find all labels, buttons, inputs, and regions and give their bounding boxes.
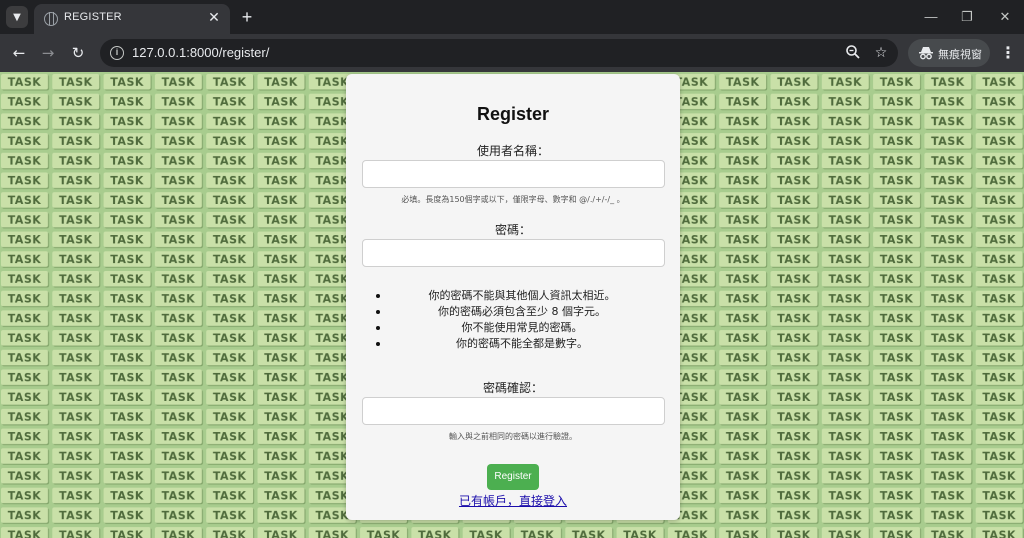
password-rule-item: 你的密碼不能全都是數字。: [376, 336, 662, 352]
confirm-password-input[interactable]: [362, 397, 665, 425]
password-rule-item: 你的密碼必須包含至少 8 個字元。: [376, 304, 662, 320]
chevron-down-icon: ▼: [13, 11, 21, 23]
username-input[interactable]: [362, 160, 665, 188]
browser-tab-bar: ▼ REGISTER ✕ + — ❐ ✕: [0, 0, 1024, 34]
incognito-label: 無痕視窗: [938, 48, 982, 61]
back-button[interactable]: ←: [9, 43, 29, 63]
minimize-button[interactable]: —: [922, 8, 940, 26]
bookmark-star-icon[interactable]: ☆: [872, 44, 890, 62]
browser-toolbar: ← → ↻ i 127.0.0.1:8000/register/ ☆ 無痕視窗 …: [0, 34, 1024, 72]
password-rule-item: 你不能使用常見的密碼。: [376, 320, 662, 336]
restore-button[interactable]: ❐: [958, 8, 976, 26]
password-input[interactable]: [362, 239, 665, 267]
globe-icon: [44, 12, 58, 26]
register-form-card: Register 使用者名稱： 必填。長度為150個字或以下，僅限字母、數字和 …: [346, 74, 680, 520]
register-submit-button[interactable]: Register: [487, 464, 539, 490]
zoom-icon[interactable]: [844, 44, 862, 62]
confirm-password-help-text: 輸入與之前相同的密碼以進行驗證。: [449, 432, 577, 441]
username-help-text: 必填。長度為150個字或以下，僅限字母、數字和 @/./+/-/_ 。: [401, 195, 625, 204]
more-menu-icon[interactable]: ⋮: [1000, 43, 1016, 63]
login-link[interactable]: 已有帳戶，直接登入: [346, 492, 680, 509]
password-rule-item: 你的密碼不能與其他個人資訊太相近。: [376, 288, 662, 304]
close-window-button[interactable]: ✕: [996, 8, 1014, 26]
browser-tab[interactable]: REGISTER ✕: [34, 4, 230, 34]
address-bar[interactable]: i 127.0.0.1:8000/register/ ☆: [100, 39, 898, 67]
username-label: 使用者名稱：: [476, 144, 549, 158]
page-title: Register: [476, 104, 550, 124]
page-viewport: TASK Register 使用者名稱： 必填。長度為150個字或以下，僅限字母…: [0, 72, 1024, 538]
site-info-icon[interactable]: i: [110, 46, 124, 60]
incognito-indicator[interactable]: 無痕視窗: [908, 39, 990, 67]
close-tab-icon[interactable]: ✕: [206, 10, 222, 26]
tab-title: REGISTER: [64, 11, 122, 23]
password-rules-list: 你的密碼不能與其他個人資訊太相近。 你的密碼必須包含至少 8 個字元。 你不能使…: [376, 288, 662, 352]
new-tab-button[interactable]: +: [238, 8, 256, 26]
reload-button[interactable]: ↻: [68, 43, 88, 63]
password-label: 密碼：: [494, 223, 531, 237]
url-text: 127.0.0.1:8000/register/: [132, 45, 270, 60]
confirm-password-label: 密碼確認：: [482, 381, 543, 395]
tab-search-button[interactable]: ▼: [6, 6, 28, 28]
incognito-icon: [918, 45, 934, 61]
forward-button[interactable]: →: [38, 43, 58, 63]
